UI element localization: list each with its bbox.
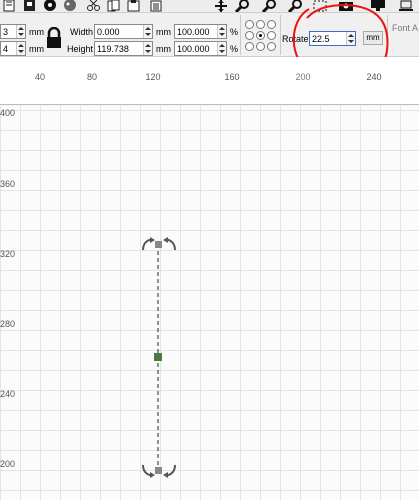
anchor-bottom-left-radio[interactable] [245,42,254,51]
y-position-spinner-icon[interactable] [16,42,25,55]
delete-icon[interactable] [148,0,168,12]
x-unit-label: mm [29,27,44,37]
anchor-top-center-radio[interactable] [256,20,265,29]
ruler-tick-label: 200 [295,72,311,82]
y-position-value: 4 [3,44,9,54]
anchor-middle-left-radio[interactable] [245,31,254,40]
laptop-icon[interactable] [398,0,418,12]
scale-height-spinner-icon[interactable] [217,42,226,55]
font-label-trail: A [412,23,419,33]
height-input[interactable]: 119.738 [94,41,153,56]
toolbar-divider [240,15,241,55]
vertical-grid-label: 320 [0,249,16,259]
width-input[interactable]: 0.000 [94,24,153,39]
rotate-handle-bottom-icon[interactable] [135,461,185,481]
scale-height-input[interactable]: 100.000 [174,41,227,56]
anchor-bottom-center-radio[interactable] [256,42,265,51]
scale-width-spinner-icon[interactable] [217,25,226,38]
x-position-input[interactable]: 3 [0,24,26,39]
vertical-grid-label: 240 [0,389,16,399]
anchor-top-right-radio[interactable] [267,20,276,29]
rotate-handle-top-icon[interactable] [135,234,185,254]
ruler-tick-label: 160 [224,72,240,82]
width-label: Width [70,27,94,37]
ruler-tick-label: 120 [145,72,161,82]
open-file-icon[interactable] [2,0,22,12]
width-unit-label: mm [156,27,171,37]
lock-aspect-icon[interactable] [45,26,63,49]
font-label: Font [392,23,411,33]
height-value: 119.738 [97,44,129,54]
save-icon[interactable] [22,0,42,12]
center-pivot-handle[interactable] [154,353,162,361]
vertical-grid-label: 400 [0,108,16,118]
height-unit-label: mm [156,44,171,54]
horizontal-ruler: 40 80 120 160 200 240 [0,57,419,105]
scale-height-unit-label: % [230,44,239,54]
copy-icon[interactable] [106,0,126,12]
toolbar-divider [280,15,281,55]
vertical-grid-label: 280 [0,319,16,329]
vertical-grid-label: 200 [0,459,16,469]
color-wheel-icon[interactable] [42,0,62,12]
ruler-tick-label: 240 [366,72,382,82]
anchor-center-radio[interactable] [256,31,265,40]
zoom-in-icon[interactable] [235,0,255,12]
scale-width-input[interactable]: 100.000 [174,24,227,39]
x-position-spinner-icon[interactable] [16,25,25,38]
ruler-tick-label: 40 [34,72,46,82]
y-unit-label: mm [29,44,44,54]
height-label: Height [67,44,94,54]
vertical-grid-label: 360 [0,179,16,189]
zoom-out-icon[interactable] [262,0,282,12]
palette-icon[interactable] [62,0,82,12]
height-spinner-icon[interactable] [143,42,152,55]
move-icon[interactable] [213,0,233,12]
width-value: 0.000 [97,27,120,37]
property-toolbar: 3 mm 4 mm Width 0.000 mm Height 119.738 … [0,3,419,83]
paste-icon[interactable] [126,0,146,12]
width-spinner-icon[interactable] [143,25,152,38]
y-position-input[interactable]: 4 [0,41,26,56]
scale-height-value: 100.000 [177,44,210,54]
anchor-middle-right-radio[interactable] [267,31,276,40]
anchor-bottom-right-radio[interactable] [267,42,276,51]
design-canvas[interactable]: 400 360 320 280 240 200 [0,106,419,500]
anchor-top-left-radio[interactable] [245,20,254,29]
x-position-value: 3 [3,27,9,37]
scale-width-value: 100.000 [177,27,210,37]
scale-width-unit-label: % [230,27,239,37]
scissors-icon[interactable] [86,0,106,12]
ruler-tick-label: 80 [86,72,98,82]
